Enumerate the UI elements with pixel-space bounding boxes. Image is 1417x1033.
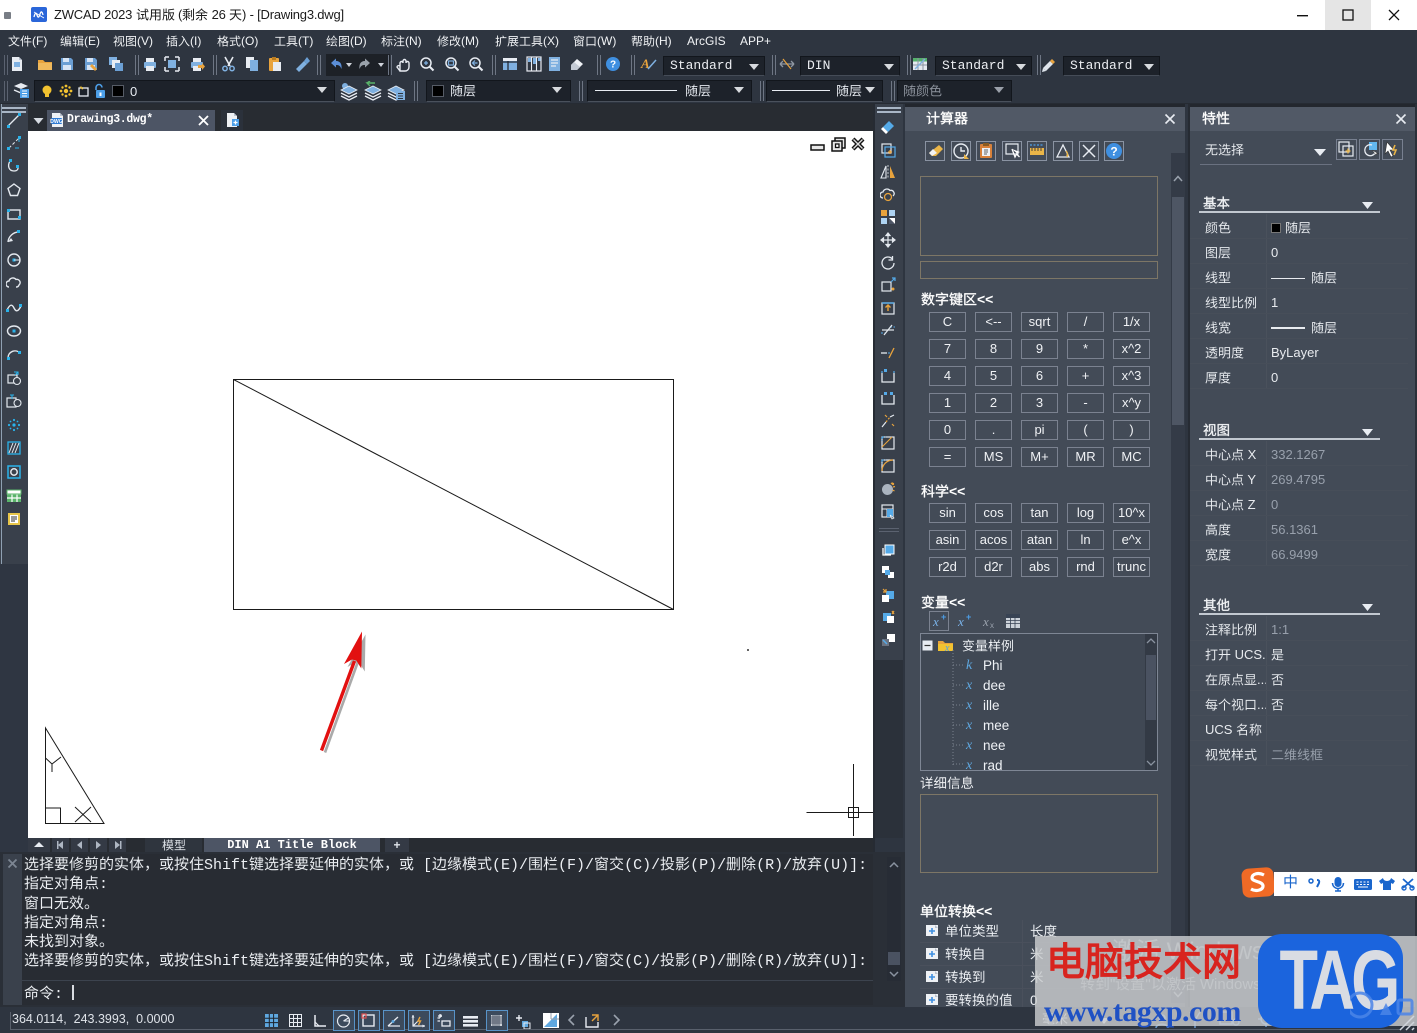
svg-text:x: x (932, 614, 939, 629)
svg-text:x: x (957, 614, 964, 629)
svg-text:DWG: DWG (50, 119, 63, 125)
svg-text:?: ? (610, 60, 616, 71)
svg-text:+: + (941, 612, 946, 622)
svg-text:+: + (966, 612, 971, 622)
svg-text:x: x (982, 614, 989, 629)
svg-text:?: ? (1111, 145, 1118, 159)
svg-text:x: x (990, 621, 994, 630)
